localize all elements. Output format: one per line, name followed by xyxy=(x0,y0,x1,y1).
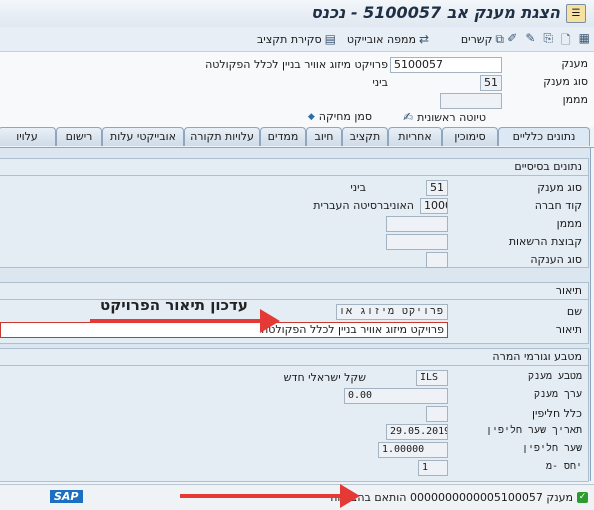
registration-group-field[interactable] xyxy=(386,234,448,250)
edit-icon[interactable]: ✎ xyxy=(525,31,535,52)
tab-responsibility[interactable]: אחריות xyxy=(388,127,442,146)
grant-value-field[interactable]: 0.00 xyxy=(344,388,448,404)
sponsor-label: מממן xyxy=(562,93,588,106)
tab-costs-truncated[interactable]: עלויו xyxy=(0,127,56,146)
create-icon[interactable]: 🗋 xyxy=(561,31,571,52)
ratio-field[interactable]: 1 xyxy=(418,460,448,476)
name-field[interactable]: פרויקט מיזוג אוויר xyxy=(336,304,448,320)
registration-group-label: קבוצת הרשאות xyxy=(508,235,582,248)
status-message-area[interactable]: ✓ מענק 0000000000005100057 הותאם בהצלחה xyxy=(330,491,588,504)
basic-data-heading: נתונים בסיסיים xyxy=(0,159,588,176)
annotation-arrow-1-shaft xyxy=(90,319,265,323)
company-code-desc: האוניברסיטה העברית xyxy=(313,199,414,212)
app-menu-icon[interactable]: ☰ xyxy=(566,4,586,23)
sponsor-field[interactable] xyxy=(440,93,502,109)
copy-icon[interactable]: ⎘ xyxy=(543,31,553,52)
tab-billing[interactable]: חיוב xyxy=(306,127,342,146)
toolbar-button-object-mapper[interactable]: ⇄ ממפה אובייקט xyxy=(347,30,429,48)
toolbar-label-connections: קשרים xyxy=(460,32,493,46)
grant-type-field[interactable]: 51 xyxy=(480,75,502,91)
toolbar-icon-group: ▦ 🗋 ⎘ ✎ ✐ xyxy=(507,31,590,52)
connections-icon: ⧉ xyxy=(495,31,504,46)
window-title: הצגת מענק אב 5100057 - נכנס xyxy=(310,3,560,22)
company-code-field[interactable]: 1000 xyxy=(420,198,448,214)
name-label: שם xyxy=(566,305,582,318)
display-icon[interactable]: ✐ xyxy=(507,31,517,52)
description-heading: תיאור xyxy=(0,283,588,300)
budget-overview-icon: ▤ xyxy=(324,32,336,46)
toolbar-label-object-mapper: ממפה אובייקט xyxy=(346,32,416,46)
ratio-label: יחס -מ xyxy=(545,461,582,472)
rate-field[interactable]: 1.00000 xyxy=(378,442,448,458)
grant-header: מענק 5100057 פרויקט מיזוג אוויר בניין לכ… xyxy=(0,52,594,127)
toolbar: ▦ 🗋 ⎘ ✎ ✐ ⧉ קשרים ⇄ ממפה אובייקט ▤ סקירת… xyxy=(0,27,594,52)
tab-dimensions[interactable]: ממדים xyxy=(260,127,306,146)
basic-sponsor-label: מממן xyxy=(556,217,582,230)
rate-date-field[interactable]: 29.05.2019 xyxy=(386,424,448,440)
sap-logo: SAP xyxy=(50,490,83,503)
currency-heading: מטבע וגורמי המרה xyxy=(0,349,588,366)
grant-subtype-label: סוג הענקה xyxy=(530,253,582,266)
delete-flag-label: סמן מחיקה xyxy=(318,110,372,123)
toolbar-label-budget-overview: סקירת תקציב xyxy=(256,32,322,46)
tab-strip: נתונים כלליים סימוכין אחריות תקציב חיוב … xyxy=(0,127,594,147)
currency-label: מטבע מענק xyxy=(527,371,582,382)
tab-posting[interactable]: רישום xyxy=(56,127,102,146)
grant-description: פרויקט מיזוג אוויר בניין לכלל הפקולטה xyxy=(205,58,388,71)
tab-cost-objects[interactable]: אובייקטי עלות xyxy=(102,127,184,146)
grant-type-label: סוג מענק xyxy=(543,75,588,88)
rate-label: שער חליפין xyxy=(521,443,582,454)
draft-label: טיוטה ראשונית xyxy=(417,110,486,124)
company-code-label: קוד חברה xyxy=(534,199,582,212)
rate-date-label: תאריך שער חליפין xyxy=(485,425,582,436)
annotation-update-description: עדכון תיאור הפרויקט xyxy=(100,296,248,314)
desc-field[interactable]: פרויקט מיזוג אוויר בניין לכלל הפקולטה xyxy=(0,322,448,338)
grant-label: מענק xyxy=(561,57,588,70)
desc-label: תיאור xyxy=(555,323,582,336)
draft-status[interactable]: טיוטה ראשונית ✍ xyxy=(403,110,486,124)
title-bar: הצגת מענק אב 5100057 - נכנס ☰ xyxy=(0,0,594,28)
description-group: תיאור שם פרויקט מיזוג אוויר תיאור פרויקט… xyxy=(0,282,589,344)
overview-icon[interactable]: ▦ xyxy=(579,31,590,52)
basic-grant-type-label: סוג מענק xyxy=(537,181,582,194)
annotation-arrow-1-head xyxy=(260,309,280,333)
basic-grant-type-desc: ביני xyxy=(350,181,366,194)
currency-group: מטבע וגורמי המרה מטבע מענק ILS שקל ישראל… xyxy=(0,348,589,482)
annotation-arrow-2-head xyxy=(340,484,360,508)
diamond-icon: ◆ xyxy=(307,111,315,122)
exchange-rule-label: כלל חליפין xyxy=(531,407,582,420)
toolbar-button-connections[interactable]: ⧉ קשרים xyxy=(461,30,504,48)
basic-sponsor-field[interactable] xyxy=(386,216,448,232)
success-check-icon: ✓ xyxy=(577,492,588,503)
exchange-rule-field[interactable] xyxy=(426,406,448,422)
tab-budget[interactable]: תקציב xyxy=(342,127,388,146)
tab-references[interactable]: סימוכין xyxy=(442,127,498,146)
grant-subtype-field[interactable] xyxy=(426,252,448,268)
draft-icon: ✍ xyxy=(403,110,414,124)
object-mapper-icon: ⇄ xyxy=(418,32,429,46)
status-message: מענק 0000000000005100057 הותאם בהצלחה xyxy=(330,491,573,504)
grant-type-desc: ביני xyxy=(372,76,388,89)
basic-data-group: נתונים בסיסיים סוג מענק 51 ביני קוד חברה… xyxy=(0,158,589,268)
tab-content: נתונים בסיסיים סוג מענק 51 ביני קוד חברה… xyxy=(0,148,591,482)
basic-grant-type-field[interactable]: 51 xyxy=(426,180,448,196)
grant-field[interactable]: 5100057 xyxy=(390,57,502,73)
annotation-arrow-2-shaft xyxy=(180,494,345,498)
grant-value-label: ערך מענק xyxy=(533,389,582,400)
tab-overhead-costs[interactable]: עלויות תקורה xyxy=(184,127,260,146)
delete-flag[interactable]: סמן מחיקה ◆ xyxy=(308,110,372,123)
currency-desc: שקל ישראלי חדש xyxy=(283,371,366,384)
toolbar-button-budget-overview[interactable]: ▤ סקירת תקציב xyxy=(257,30,336,48)
tab-general-data[interactable]: נתונים כלליים xyxy=(498,127,590,146)
currency-field[interactable]: ILS xyxy=(416,370,448,386)
